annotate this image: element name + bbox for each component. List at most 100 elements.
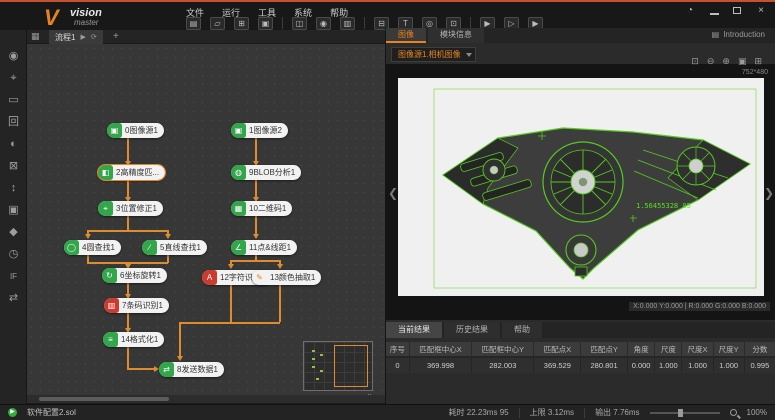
flow-node-blob-analysis[interactable]: ◍9BLOB分析1 xyxy=(231,165,301,180)
snapshot-icon[interactable]: ▣ xyxy=(258,17,273,30)
col-header: 匹配框中心Y xyxy=(472,342,534,357)
viewer-toolbar: ⊡ ⊖ ⊕ ▣ ⊞ xyxy=(691,56,762,67)
save-icon[interactable]: ▤ xyxy=(186,17,201,30)
table-row[interactable]: 0 369.998 282.003 369.529 280.801 0.000 … xyxy=(386,357,775,373)
tab-image[interactable]: 图像 xyxy=(386,28,426,43)
col-header: 尺度 xyxy=(655,342,682,357)
flow-tab[interactable]: 流程1 ▶ ⟳ xyxy=(49,30,103,44)
canvas-zoom-level: 100% xyxy=(747,408,767,417)
add-flow-button[interactable]: + xyxy=(113,31,119,42)
close-icon[interactable]: × xyxy=(755,5,767,16)
fit-window-icon[interactable]: ⊡ xyxy=(691,56,699,67)
flow-node-circle-find[interactable]: ◯4圆查找1 xyxy=(64,240,121,255)
slider-thumb[interactable] xyxy=(678,409,683,417)
open-solution-icon[interactable]: ▱ xyxy=(210,17,225,30)
flow-canvas[interactable]: ▣0图像源1 ▣1图像源2 ◧2高精度匹... ◍9BLOB分析1 ⌖3位置修正… xyxy=(27,44,385,395)
position-locate-icon[interactable]: ⌖ xyxy=(0,68,27,90)
camera-icon[interactable]: ◉ xyxy=(316,17,331,30)
col-header: 序号 xyxy=(386,342,409,357)
module-category-rail: ◉ ⌖ ▭ 回 ◐ ⊠ ↕ ▣ ◆ ◷ IF ⇄ xyxy=(0,30,27,404)
node-label: 13颜色抽取1 xyxy=(267,272,315,283)
minimap-node xyxy=(320,370,323,372)
minimap[interactable] xyxy=(303,341,373,391)
scrollbar-thumb[interactable] xyxy=(39,397,169,401)
cell: 282.003 xyxy=(472,357,534,373)
node-label: 4圆查找1 xyxy=(79,242,115,253)
canvas-zoom-slider[interactable] xyxy=(650,412,720,414)
solution-file-name: 软件配置2.sol xyxy=(27,407,76,418)
roi-tool-icon[interactable]: ▭ xyxy=(0,90,27,112)
flow-node-position-fix[interactable]: ⌖3位置修正1 xyxy=(98,201,163,216)
image-process-icon[interactable]: ▣ xyxy=(0,200,27,222)
zoom-in-icon[interactable]: ⊕ xyxy=(722,56,730,67)
fullscreen-icon[interactable]: ⊞ xyxy=(754,56,762,67)
barcode-icon: ▥ xyxy=(104,298,119,313)
inspection-image[interactable]: 1.56455328 05 xyxy=(398,78,764,296)
zoom-out-icon[interactable]: ⊖ xyxy=(707,56,715,67)
flow-arrow xyxy=(253,234,259,239)
focus-frame-icon[interactable]: 回 xyxy=(0,112,27,134)
minimap-node xyxy=(320,354,323,356)
flow-node-color-extract[interactable]: ✎13颜色抽取1 xyxy=(252,270,321,285)
minimap-node xyxy=(316,378,319,380)
logo-line2: master xyxy=(74,18,98,27)
cell: 369.529 xyxy=(534,357,581,373)
globe-icon[interactable]: ◐ xyxy=(0,134,27,156)
logic-if-icon[interactable]: IF xyxy=(0,266,27,288)
restore-icon[interactable] xyxy=(733,7,741,14)
flow-node-image-source-1[interactable]: ▣0图像源1 xyxy=(107,123,164,138)
flow-node-qrcode[interactable]: ▦10二维码1 xyxy=(231,201,292,216)
color-extract-icon: ✎ xyxy=(252,270,267,285)
flow-node-send-data[interactable]: ⇄8发送数据1 xyxy=(159,362,224,377)
introduction-link[interactable]: ▤ Introduction xyxy=(712,30,765,39)
node-label: 10二维码1 xyxy=(246,203,286,214)
tab-help[interactable]: 帮助 xyxy=(502,322,542,338)
measure-icon[interactable]: ⊠ xyxy=(0,156,27,178)
minimize-icon[interactable] xyxy=(710,13,719,15)
flow-node-coord-rotate[interactable]: ↻6坐标旋转1 xyxy=(102,268,167,283)
point-line-distance-icon: ∠ xyxy=(231,240,246,255)
part-image-svg: 1.56455328 05 xyxy=(398,78,764,296)
flow-node-point-line-distance[interactable]: ∠11点&线距1 xyxy=(231,240,297,255)
canvas-horizontal-scrollbar[interactable] xyxy=(27,395,385,403)
history-icon[interactable]: ◷ xyxy=(0,244,27,266)
flow-node-image-source-2[interactable]: ▣1图像源2 xyxy=(231,123,288,138)
theme-icon[interactable]: ◔ xyxy=(684,5,696,16)
statusbar-separator xyxy=(519,408,520,418)
camera-source-icon[interactable]: ◉ xyxy=(0,46,27,68)
minimap-node xyxy=(312,358,315,360)
statusbar-separator xyxy=(584,408,585,418)
node-label: 11点&线距1 xyxy=(246,242,291,253)
export-image-icon[interactable]: ⊞ xyxy=(234,17,249,30)
flow-loop-icon[interactable]: ⟳ xyxy=(91,33,97,41)
tab-history-result[interactable]: 历史结果 xyxy=(444,322,500,338)
image-viewer[interactable]: ⊡ ⊖ ⊕ ▣ ⊞ 752*480 xyxy=(386,64,775,320)
pixel-coords-readout: X:0.000 Y:0.000 | R:0.000 G:0.000 B:0.00… xyxy=(629,302,770,311)
tab-current-result[interactable]: 当前结果 xyxy=(386,322,442,338)
window-layout-icon[interactable]: ◫ xyxy=(292,17,307,30)
chevron-left-icon[interactable]: ❮ xyxy=(388,186,398,200)
flow-node-barcode[interactable]: ▥7条码识别1 xyxy=(104,298,169,313)
image-source-dropdown[interactable]: 图像源1.相机图像 xyxy=(391,47,476,62)
align-icon[interactable]: ↕ xyxy=(0,178,27,200)
module-list-icon[interactable]: ▥ xyxy=(340,17,355,30)
minimap-viewport[interactable] xyxy=(334,345,368,387)
status-bar: ▶ 软件配置2.sol 耗时 22.23ms 95 上限 3.12ms 输出 7… xyxy=(0,404,775,420)
toolbox-pin-icon[interactable]: ▦ xyxy=(31,31,40,42)
flow-node-line-find[interactable]: ∕5直线查找1 xyxy=(142,240,207,255)
toolbar-separator xyxy=(282,17,283,29)
flow-run-icon[interactable]: ▶ xyxy=(80,33,85,41)
tab-module-info[interactable]: 模块信息 xyxy=(428,28,484,43)
flow-node-feature-match[interactable]: ◧2高精度匹... xyxy=(98,165,165,180)
cell: 1.000 xyxy=(713,357,744,373)
col-header: 角度 xyxy=(627,342,654,357)
communication-icon[interactable]: ⇄ xyxy=(0,288,27,310)
color-tool-icon[interactable]: ◆ xyxy=(0,222,27,244)
chevron-right-icon[interactable]: ❯ xyxy=(764,186,774,200)
one-to-one-icon[interactable]: ▣ xyxy=(738,56,747,67)
cell: 1.000 xyxy=(682,357,713,373)
flow-connector xyxy=(127,347,129,368)
flow-node-format[interactable]: ≡14格式化1 xyxy=(103,332,164,347)
minimap-node xyxy=(312,366,315,368)
col-header: 尺度Y xyxy=(713,342,744,357)
